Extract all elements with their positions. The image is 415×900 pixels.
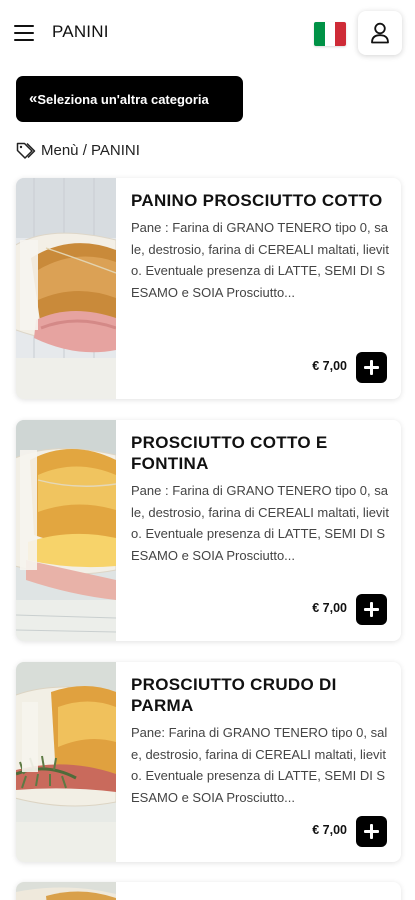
page-title: PANINI xyxy=(52,22,109,41)
product-card-partial[interactable] xyxy=(16,882,401,900)
breadcrumb-text: Menù / PANINI xyxy=(41,141,140,159)
user-account-button[interactable] xyxy=(358,11,402,55)
app-header: PANINI xyxy=(0,0,415,66)
product-card[interactable]: PROSCIUTTO COTTO E FONTINA Pane : Farina… xyxy=(16,420,401,641)
product-card[interactable]: PROSCIUTTO CRUDO DI PARMA Pane: Farina d… xyxy=(16,662,401,862)
select-other-category-label: Seleziona un'altra categoria xyxy=(37,91,209,107)
breadcrumb: Menù / PANINI xyxy=(16,140,140,160)
product-image xyxy=(16,178,116,399)
product-name: PANINO PROSCIUTTO COTTO xyxy=(131,191,383,210)
select-other-category-button[interactable]: « Seleziona un'altra categoria xyxy=(16,76,243,122)
plus-icon[interactable] xyxy=(356,594,387,625)
product-image xyxy=(16,662,116,862)
italian-flag-icon[interactable] xyxy=(314,22,346,46)
product-image xyxy=(16,420,116,641)
product-description: Pane: Farina di GRANO TENERO tipo 0, sal… xyxy=(131,725,388,805)
product-price: € 7,00 xyxy=(312,601,347,615)
product-price: € 7,00 xyxy=(312,823,347,837)
product-name: PROSCIUTTO COTTO E FONTINA xyxy=(131,433,328,473)
product-image xyxy=(16,882,116,900)
product-description: Pane : Farina di GRANO TENERO tipo 0, sa… xyxy=(131,220,389,300)
user-account-icon xyxy=(371,22,389,44)
product-price: € 7,00 xyxy=(312,359,347,373)
product-name: PROSCIUTTO CRUDO DI PARMA xyxy=(131,675,337,715)
hamburger-menu-icon[interactable] xyxy=(14,24,36,42)
double-chevron-left-icon: « xyxy=(29,89,38,107)
product-card[interactable]: PANINO PROSCIUTTO COTTO Pane : Farina di… xyxy=(16,178,401,399)
plus-icon[interactable] xyxy=(356,816,387,847)
product-description: Pane : Farina di GRANO TENERO tipo 0, sa… xyxy=(131,483,389,563)
plus-icon[interactable] xyxy=(356,352,387,383)
tags-icon xyxy=(16,142,36,159)
